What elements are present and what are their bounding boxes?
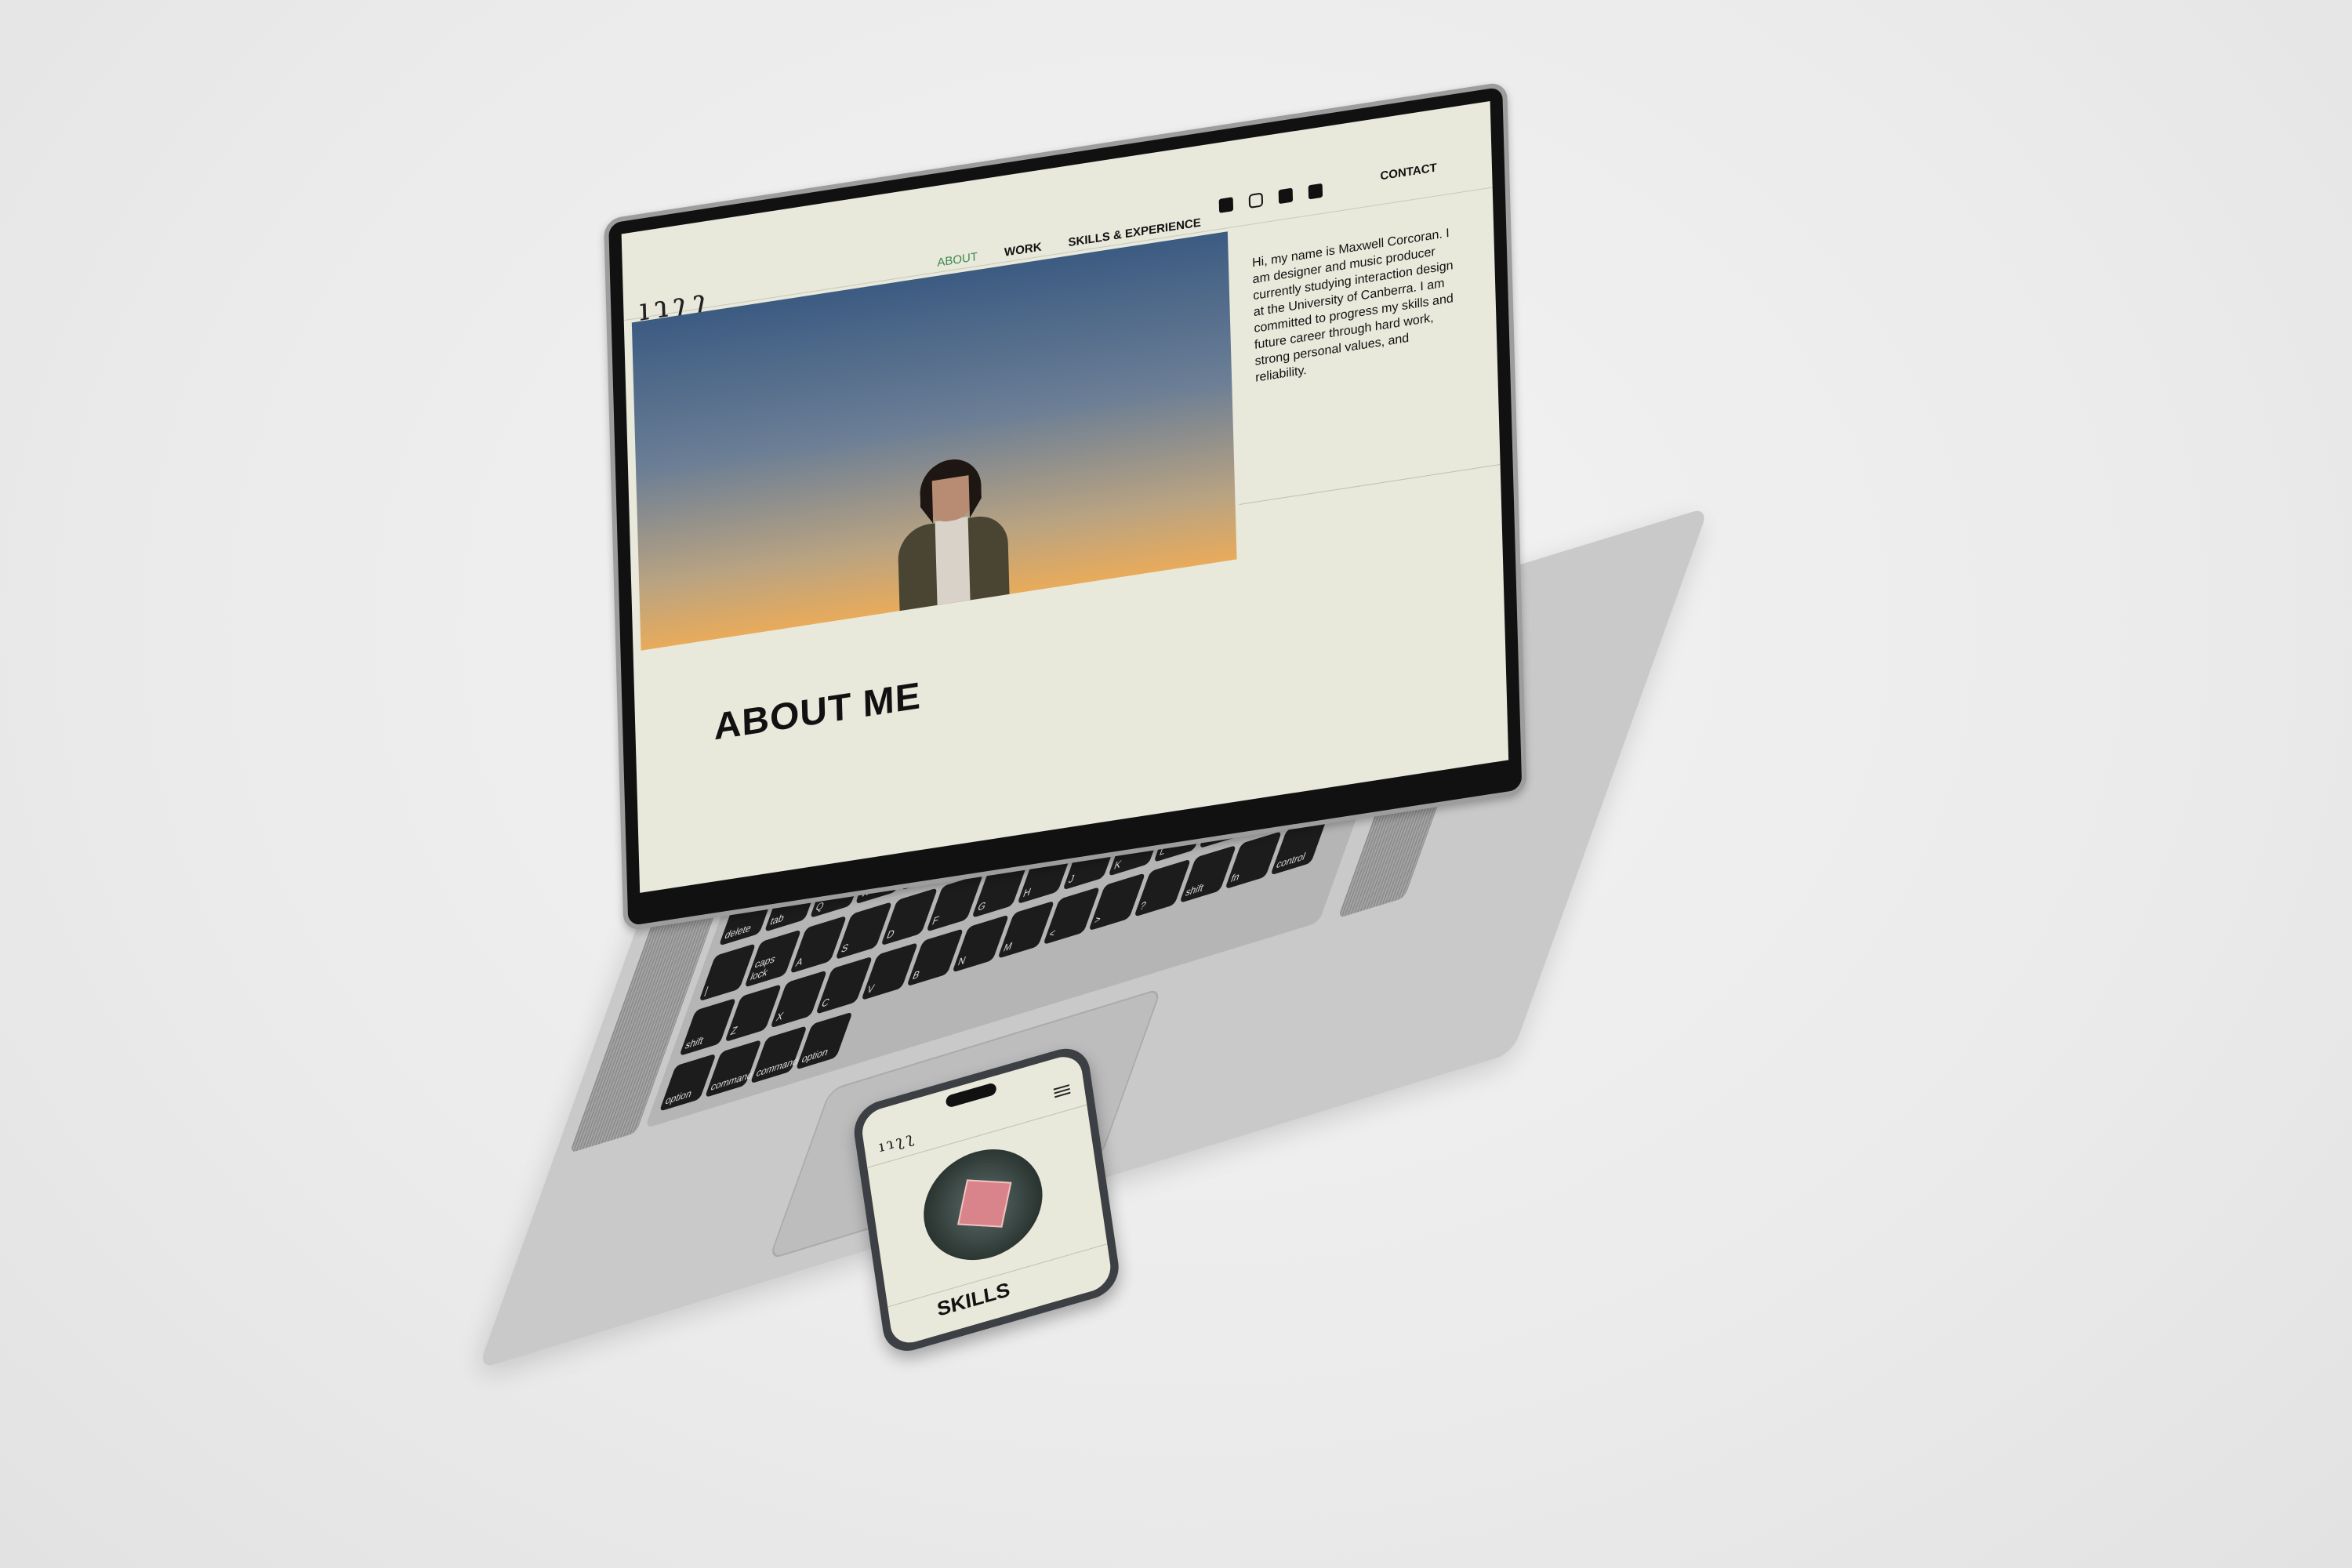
phone-screen: ıɿʅʅ SKILLS [859,1051,1113,1348]
key[interactable]: fn [1225,831,1283,890]
key[interactable]: < [1043,887,1101,946]
key[interactable]: | [699,942,757,1002]
key[interactable]: > [1088,873,1146,931]
dribbble-icon[interactable] [1308,183,1323,200]
instagram-icon[interactable] [1248,192,1264,209]
key[interactable]: shift [1179,844,1237,904]
key[interactable]: option [659,1053,717,1112]
laptop-mockup: esc~!@#$%^&*()_+deletetabQWERTYUIOP{}|ca… [0,0,2352,1568]
cube-graphic [957,1179,1012,1228]
portrait-figure [896,458,1010,615]
nav-work[interactable]: WORK [1004,241,1042,260]
key[interactable]: command [750,1025,808,1083]
contact-link[interactable]: CONTACT [1380,161,1437,183]
dynamic-island [945,1082,997,1109]
laptop-screen: ıɿʅʅ ABOUT WORK SKILLS & EXPERIENCE CONT… [621,100,1509,893]
key[interactable]: V [861,942,919,1001]
content-divider [1239,464,1501,505]
key[interactable]: option [795,1011,853,1070]
key[interactable]: D [880,887,938,946]
key[interactable]: command [704,1039,762,1098]
key[interactable]: ? [1134,858,1192,917]
social-links [1218,183,1323,213]
bio-text: Hi, my name is Maxwell Corcoran. I am de… [1251,226,1454,385]
key[interactable]: shift [679,997,737,1057]
key[interactable]: A [789,915,848,974]
key[interactable]: M [997,900,1055,960]
skills-heading: SKILLS [935,1277,1011,1321]
about-heading: ABOUT ME [713,675,922,749]
person-scarf [935,516,971,608]
key[interactable]: Z [724,984,782,1043]
behance-icon[interactable] [1278,187,1294,205]
key[interactable]: B [906,928,964,987]
key[interactable]: X [770,970,828,1029]
key[interactable]: S [835,901,893,960]
laptop-lid: ıɿʅʅ ABOUT WORK SKILLS & EXPERIENCE CONT… [604,81,1527,932]
linkedin-icon[interactable] [1218,197,1234,213]
key[interactable]: C [815,956,873,1015]
phone-site-logo[interactable]: ıɿʅʅ [877,1127,916,1156]
key[interactable]: N [952,914,1010,973]
nav-about[interactable]: ABOUT [937,250,978,270]
key[interactable]: caps lock [744,929,802,988]
skills-artwork [916,1134,1050,1275]
hamburger-menu-icon[interactable] [1053,1084,1071,1098]
